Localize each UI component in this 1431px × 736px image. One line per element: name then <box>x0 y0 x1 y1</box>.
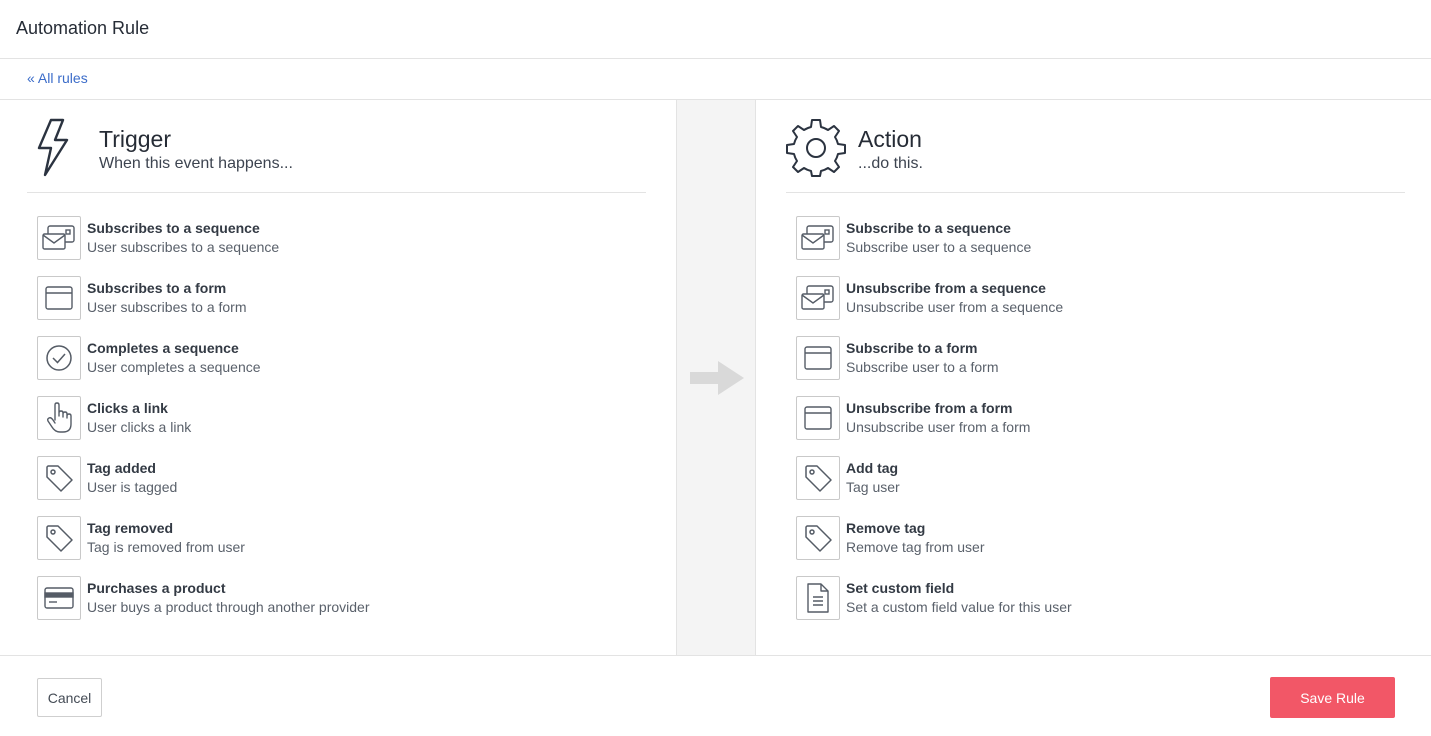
item-title: Completes a sequence <box>87 340 239 356</box>
action-panel: Action ...do this. Subscribe to a sequen… <box>756 100 1431 655</box>
action-remove-tag[interactable]: Remove tag Remove tag from user <box>796 516 1396 576</box>
arrow-divider <box>676 100 756 655</box>
item-desc: User subscribes to a form <box>87 299 247 315</box>
trigger-clicks-link[interactable]: Clicks a link User clicks a link <box>37 396 637 456</box>
trigger-subtitle: When this event happens... <box>99 155 293 172</box>
sequence-icon <box>796 276 840 320</box>
item-desc: User completes a sequence <box>87 359 261 375</box>
header-bar: Automation Rule <box>0 0 1431 59</box>
trigger-subscribes-sequence[interactable]: Subscribes to a sequence User subscribes… <box>37 216 637 276</box>
item-desc: User is tagged <box>87 479 178 495</box>
item-title: Unsubscribe from a sequence <box>846 280 1046 296</box>
pointer-hand-icon <box>37 396 81 440</box>
form-icon <box>37 276 81 320</box>
item-title: Subscribes to a form <box>87 280 227 296</box>
tag-icon <box>796 516 840 560</box>
item-desc: Subscribe user to a sequence <box>846 239 1032 255</box>
item-desc: Unsubscribe user from a sequence <box>846 299 1064 315</box>
item-desc: Tag user <box>846 479 900 495</box>
action-title: Action <box>858 126 922 152</box>
check-circle-icon <box>37 336 81 380</box>
item-desc: Tag is removed from user <box>87 539 245 555</box>
item-title: Clicks a link <box>87 400 168 416</box>
item-title: Tag removed <box>87 520 174 536</box>
trigger-subscribes-form[interactable]: Subscribes to a form User subscribes to … <box>37 276 637 336</box>
trigger-title: Trigger <box>99 126 171 152</box>
item-title: Add tag <box>846 460 899 476</box>
save-rule-button[interactable]: Save Rule <box>1270 677 1395 718</box>
all-rules-link[interactable]: « All rules <box>27 70 88 86</box>
item-desc: User clicks a link <box>87 419 192 435</box>
item-title: Purchases a product <box>87 580 226 596</box>
item-desc: Subscribe user to a form <box>846 359 999 375</box>
action-unsubscribe-form[interactable]: Unsubscribe from a form Unsubscribe user… <box>796 396 1396 456</box>
credit-card-icon <box>37 576 81 620</box>
tag-icon <box>37 516 81 560</box>
tag-icon <box>796 456 840 500</box>
item-title: Set custom field <box>846 580 955 596</box>
trigger-header: Trigger When this event happens... <box>27 100 646 193</box>
action-add-tag[interactable]: Add tag Tag user <box>796 456 1396 516</box>
item-title: Subscribes to a sequence <box>87 220 260 236</box>
trigger-tag-added[interactable]: Tag added User is tagged <box>37 456 637 516</box>
item-desc: User buys a product through another prov… <box>87 599 370 615</box>
action-unsubscribe-sequence[interactable]: Unsubscribe from a sequence Unsubscribe … <box>796 276 1396 336</box>
gear-icon <box>786 119 846 177</box>
document-icon <box>796 576 840 620</box>
action-set-custom-field[interactable]: Set custom field Set a custom field valu… <box>796 576 1396 636</box>
item-title: Unsubscribe from a form <box>846 400 1013 416</box>
item-desc: Unsubscribe user from a form <box>846 419 1031 435</box>
item-desc: Remove tag from user <box>846 539 985 555</box>
sequence-icon <box>37 216 81 260</box>
action-subtitle: ...do this. <box>858 155 923 172</box>
trigger-completes-sequence[interactable]: Completes a sequence User completes a se… <box>37 336 637 396</box>
item-desc: User subscribes to a sequence <box>87 239 280 255</box>
form-icon <box>796 336 840 380</box>
item-title: Subscribe to a sequence <box>846 220 1011 236</box>
tag-icon <box>37 456 81 500</box>
item-title: Tag added <box>87 460 156 476</box>
action-subscribe-sequence[interactable]: Subscribe to a sequence Subscribe user t… <box>796 216 1396 276</box>
cancel-button[interactable]: Cancel <box>37 678 102 717</box>
page-title: Automation Rule <box>16 18 150 38</box>
form-icon <box>796 396 840 440</box>
item-title: Subscribe to a form <box>846 340 978 356</box>
action-list: Subscribe to a sequence Subscribe user t… <box>796 216 1396 636</box>
action-header: Action ...do this. <box>786 100 1405 193</box>
trigger-panel: Trigger When this event happens... Subsc… <box>0 100 676 655</box>
breadcrumb: « All rules <box>0 59 1431 100</box>
action-subscribe-form[interactable]: Subscribe to a form Subscribe user to a … <box>796 336 1396 396</box>
sequence-icon <box>796 216 840 260</box>
trigger-list: Subscribes to a sequence User subscribes… <box>37 216 637 636</box>
arrow-right-icon <box>690 361 744 395</box>
item-desc: Set a custom field value for this user <box>846 599 1072 615</box>
lightning-icon <box>37 118 69 177</box>
trigger-tag-removed[interactable]: Tag removed Tag is removed from user <box>37 516 637 576</box>
trigger-purchases-product[interactable]: Purchases a product User buys a product … <box>37 576 637 636</box>
footer-bar: Cancel Save Rule <box>0 655 1431 736</box>
item-title: Remove tag <box>846 520 926 536</box>
